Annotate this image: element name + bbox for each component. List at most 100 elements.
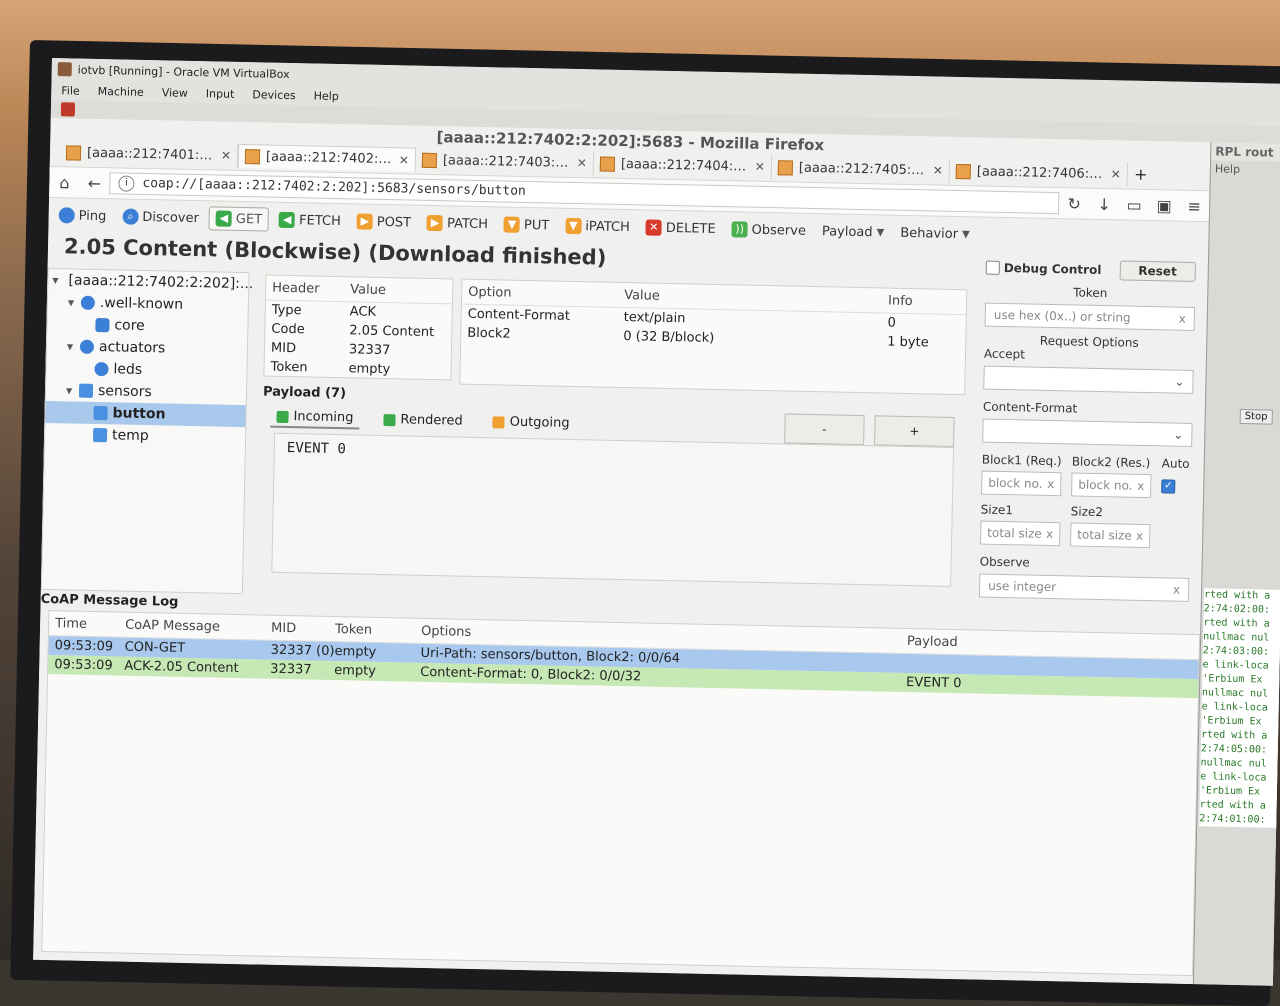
behavior-menu[interactable]: Behavior▼ xyxy=(894,222,976,245)
observable-icon xyxy=(93,406,107,420)
observe-label: Observe xyxy=(751,222,806,238)
info-icon[interactable]: i xyxy=(118,175,134,191)
clear-icon[interactable]: x xyxy=(1137,479,1144,493)
expand-icon[interactable]: ▼ xyxy=(68,298,76,307)
debug-toggle[interactable]: Debug Control xyxy=(986,260,1102,277)
new-tab-icon[interactable]: + xyxy=(1128,163,1155,190)
post-button[interactable]: ▶POST xyxy=(351,210,418,233)
vbox-title: iotvb [Running] - Oracle VM VirtualBox xyxy=(78,63,290,80)
token-label: Token xyxy=(985,284,1195,302)
size1-input[interactable]: total sizex xyxy=(980,521,1060,547)
tab-3[interactable]: [aaaa::212:7403:3:3... ✕ xyxy=(416,148,594,176)
col-mid[interactable]: MID xyxy=(271,620,335,636)
menu-machine[interactable]: Machine xyxy=(98,84,144,98)
menu-help[interactable]: Help xyxy=(314,89,339,103)
menu-input[interactable]: Input xyxy=(206,87,235,101)
close-icon[interactable]: ✕ xyxy=(399,153,409,167)
expand-icon[interactable]: ▼ xyxy=(67,342,75,351)
observe-label: Observe xyxy=(980,555,1190,573)
close-icon[interactable]: ✕ xyxy=(755,160,765,174)
checkbox[interactable] xyxy=(986,261,1000,275)
tab-label: [aaaa::212:7403:3:3... xyxy=(443,153,571,171)
fetch-button[interactable]: ◀FETCH xyxy=(273,209,347,233)
chevron-down-icon: ⌄ xyxy=(1173,428,1183,442)
clear-icon[interactable]: x xyxy=(1047,477,1054,491)
close-icon[interactable]: ✕ xyxy=(933,163,943,177)
post-label: POST xyxy=(377,214,412,230)
outgoing-icon xyxy=(493,416,505,428)
sidebar-icon[interactable]: ▭ xyxy=(1119,195,1149,215)
observe-input[interactable]: use integerx xyxy=(979,574,1189,602)
cell-payload xyxy=(907,664,1107,668)
menu-view[interactable]: View xyxy=(162,86,188,100)
discover-button[interactable]: ⌕Discover xyxy=(116,205,205,229)
close-icon[interactable]: ✕ xyxy=(221,149,231,163)
ipatch-button[interactable]: ▼iPATCH xyxy=(559,215,636,239)
message-log-title: CoAP Message Log xyxy=(41,592,179,610)
payload-content[interactable]: EVENT 0 xyxy=(271,433,954,587)
observe-button[interactable]: ))Observe xyxy=(725,218,812,242)
tab-label: [aaaa::212:7404:4:4... xyxy=(621,156,749,174)
patch-label: PATCH xyxy=(447,216,488,232)
tab-2[interactable]: [aaaa::212:7402:2:2...✕ xyxy=(238,144,416,172)
header-key: MID xyxy=(265,341,349,358)
menu-devices[interactable]: Devices xyxy=(252,88,296,102)
home-icon[interactable]: ⌂ xyxy=(49,172,79,192)
block1-label: Block1 (Req.) xyxy=(982,453,1062,469)
tab-incoming[interactable]: Incoming xyxy=(270,407,359,430)
get-button[interactable]: ◀GET xyxy=(209,206,270,231)
expand-icon[interactable]: ▼ xyxy=(52,276,58,285)
payload-title: Payload (7) xyxy=(263,384,346,401)
guest-app-icon[interactable] xyxy=(61,102,75,116)
content-format-select[interactable]: ⌄ xyxy=(982,419,1192,447)
col-message[interactable]: CoAP Message xyxy=(125,617,271,635)
close-icon[interactable]: ✕ xyxy=(577,156,587,170)
delete-button[interactable]: ✕DELETE xyxy=(640,216,722,240)
col-time[interactable]: Time xyxy=(49,616,125,633)
clear-icon[interactable]: x xyxy=(1173,583,1180,597)
zoom-out-button[interactable]: - xyxy=(784,413,865,445)
expand-icon[interactable]: ▼ xyxy=(66,386,74,395)
tab-label: Outgoing xyxy=(510,415,570,431)
globe-icon xyxy=(94,362,108,376)
tab-4[interactable]: [aaaa::212:7404:4:4... ✕ xyxy=(594,151,772,179)
patch-button[interactable]: ▶PATCH xyxy=(421,212,494,236)
header-value: ACK xyxy=(350,304,377,320)
col-token[interactable]: Token xyxy=(335,622,421,639)
download-icon[interactable]: ↓ xyxy=(1089,194,1119,214)
size2-input[interactable]: total sizex xyxy=(1070,522,1150,548)
tab-5[interactable]: [aaaa::212:7405:5:5...✕ xyxy=(772,155,950,183)
accept-select[interactable]: ⌄ xyxy=(983,366,1193,394)
side-menu-help[interactable]: Help xyxy=(1211,160,1280,179)
block1-input[interactable]: block no.x xyxy=(981,471,1061,497)
reset-button[interactable]: Reset xyxy=(1119,260,1196,282)
payload-menu[interactable]: Payload▼ xyxy=(816,221,891,244)
clear-icon[interactable]: x xyxy=(1179,312,1186,326)
chevron-down-icon: ▼ xyxy=(962,229,970,240)
tab-1[interactable]: [aaaa::212:7401:1:1...✕ xyxy=(60,140,238,168)
tab-rendered[interactable]: Rendered xyxy=(377,409,469,432)
stop-button[interactable]: Stop xyxy=(1240,409,1273,425)
close-icon[interactable]: ✕ xyxy=(1111,167,1121,181)
col-value: Value xyxy=(350,282,386,298)
token-input[interactable]: use hex (0x..) or stringx xyxy=(985,303,1195,331)
header-key: Token xyxy=(264,360,348,377)
hamburger-menu-icon[interactable]: ≡ xyxy=(1179,196,1209,216)
auto-checkbox[interactable]: ✓ xyxy=(1161,479,1175,493)
block2-input[interactable]: block no.x xyxy=(1071,472,1151,498)
ping-button[interactable]: Ping xyxy=(52,204,112,227)
clear-icon[interactable]: x xyxy=(1046,527,1053,541)
reload-icon[interactable]: ↻ xyxy=(1059,194,1089,214)
tab-outgoing[interactable]: Outgoing xyxy=(486,411,575,434)
tab-6[interactable]: [aaaa::212:7406:6:6...✕ xyxy=(950,159,1128,187)
copper-icon[interactable]: ▣ xyxy=(1149,196,1179,216)
tree-item-temp[interactable]: temp xyxy=(45,423,245,449)
menu-file[interactable]: File xyxy=(61,84,80,97)
fetch-label: FETCH xyxy=(299,213,341,229)
clear-icon[interactable]: x xyxy=(1136,529,1143,543)
delete-icon: ✕ xyxy=(646,219,662,235)
zoom-in-button[interactable]: + xyxy=(874,415,955,447)
put-button[interactable]: ▼PUT xyxy=(498,213,556,236)
col-payload[interactable]: Payload xyxy=(907,634,1107,653)
back-icon[interactable]: ← xyxy=(79,173,109,193)
